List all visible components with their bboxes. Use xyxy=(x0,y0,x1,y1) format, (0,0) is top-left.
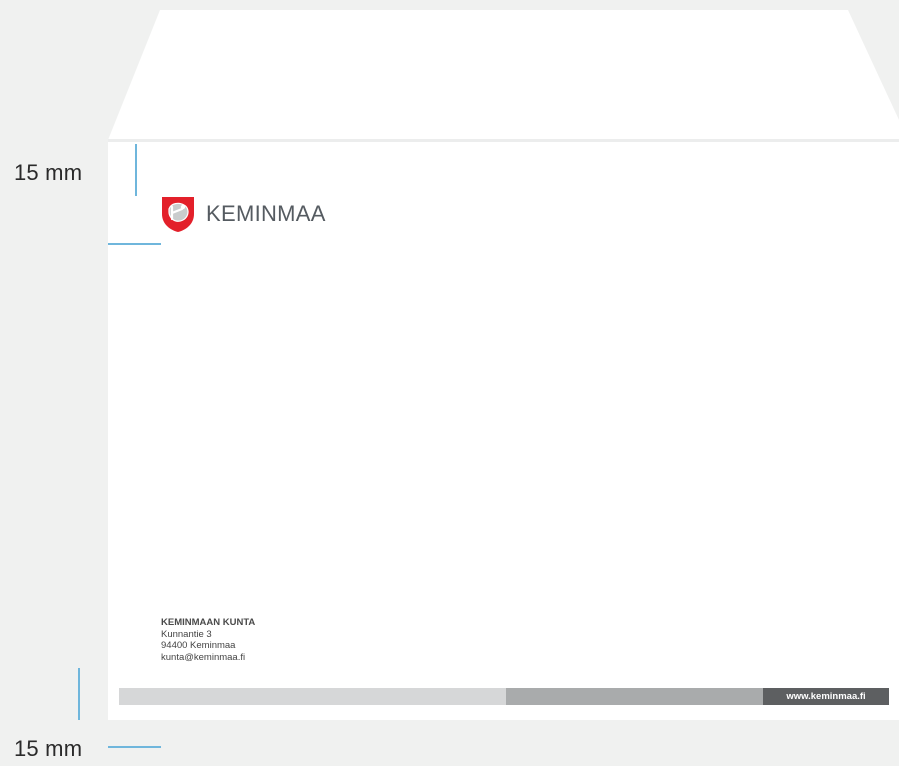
footer-bar-mid xyxy=(506,688,763,705)
top-margin-label: 15 mm xyxy=(14,160,83,185)
bottom-margin-vertical-guide xyxy=(78,668,80,720)
website-text: www.keminmaa.fi xyxy=(786,691,866,702)
address-postal: 94400 Keminmaa xyxy=(161,640,236,651)
bottom-margin-label: 15 mm xyxy=(14,736,83,761)
top-margin-horizontal-guide xyxy=(108,243,161,245)
top-margin-vertical-guide xyxy=(135,144,137,196)
address-email: kunta@keminmaa.fi xyxy=(161,651,246,663)
bottom-margin-horizontal-guide xyxy=(108,746,161,748)
footer-bar-website: www.keminmaa.fi xyxy=(763,688,889,705)
logo-wordmark: KEMINMAA xyxy=(206,201,326,226)
sender-address: KEMINMAAN KUNTA Kunnantie 3 94400 Keminm… xyxy=(161,617,255,663)
address-organization: KEMINMAAN KUNTA xyxy=(161,617,256,628)
envelope-flap xyxy=(108,10,899,140)
address-street: Kunnantie 3 xyxy=(161,628,212,640)
coat-of-arms-icon xyxy=(162,197,194,232)
footer-bar-light xyxy=(119,688,506,705)
keminmaa-logo: KEMINMAA xyxy=(160,195,326,233)
